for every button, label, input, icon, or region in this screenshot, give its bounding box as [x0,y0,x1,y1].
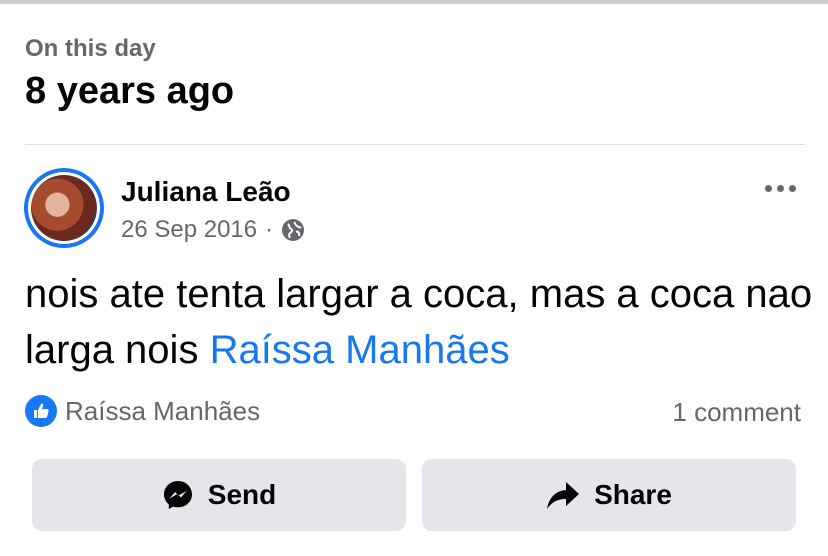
meta-separator: · [265,216,274,243]
reactions-summary[interactable]: Raíssa Manhães [25,395,260,427]
avatar[interactable] [24,168,104,248]
post-date[interactable]: 26 Sep 2016 [121,216,257,244]
send-label: Send [207,479,277,510]
messenger-icon [162,479,194,511]
avatar-border [28,172,100,244]
avatar-photo [31,175,97,241]
author-name[interactable]: Juliana Leão [121,176,291,208]
reacted-by: Raíssa Manhães [65,395,261,426]
more-options-icon[interactable] [765,180,801,196]
dot [789,184,796,192]
share-arrow-icon [546,480,580,510]
post-text: nois ate tenta largar a coca, mas a coca… [25,266,815,378]
dot [777,184,784,192]
section-label: On this day [25,35,156,62]
send-button[interactable]: Send [32,459,406,531]
top-divider [0,0,828,4]
share-button[interactable]: Share [422,459,796,531]
like-icon [25,395,57,427]
divider [25,144,805,145]
comment-count[interactable]: 1 comment [672,397,801,428]
page-title: 8 years ago [25,70,235,112]
dot [765,184,772,192]
mention-link[interactable]: Raíssa Manhães [210,328,510,372]
share-label: Share [594,479,672,510]
post-meta: 26 Sep 2016 · [121,216,305,244]
globe-icon [281,218,305,242]
